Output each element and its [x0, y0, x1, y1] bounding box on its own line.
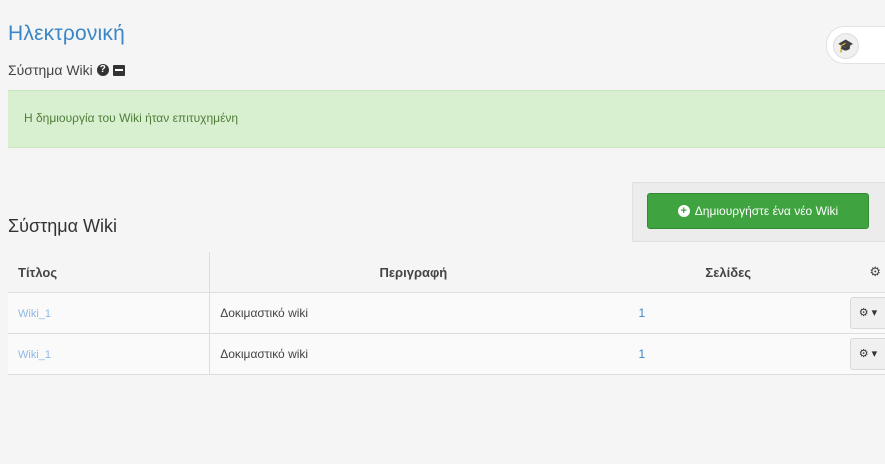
success-alert-message: Η δημιουργία του Wiki ήταν επιτυχημένη [24, 111, 239, 125]
create-wiki-label: Δημιουργήστε ένα νέο Wiki [694, 204, 839, 218]
table-row: Wiki_1 Δοκιμαστικό wiki 1 ⚙ ▾ [8, 333, 885, 375]
table-header-row: Τίτλος Περιγραφή Σελίδες ⚙ [8, 252, 885, 293]
wiki-pages-count: 1 [616, 292, 840, 334]
role-toggle[interactable]: 🎓 [826, 26, 885, 64]
action-bar: + Δημιουργήστε ένα νέο Wiki [632, 182, 885, 242]
column-header-title[interactable]: Τίτλος [8, 252, 210, 293]
plus-circle-icon: + [677, 205, 690, 217]
course-title[interactable]: Ηλεκτρονική [8, 22, 125, 46]
help-icon[interactable]: ? [96, 64, 109, 76]
row-actions-dropdown[interactable]: ⚙ ▾ [850, 297, 885, 329]
section-title: Σύστημα Wiki [8, 216, 117, 236]
column-header-actions: ⚙ [839, 252, 885, 293]
create-wiki-button[interactable]: + Δημιουργήστε ένα νέο Wiki [647, 193, 869, 229]
row-actions-dropdown[interactable]: ⚙ ▾ [850, 338, 885, 370]
column-header-description: Περιγραφή [209, 252, 617, 293]
tool-title-label: Σύστημα Wiki [8, 62, 93, 78]
wiki-description: Δοκιμαστικό wiki [209, 292, 617, 334]
book-icon[interactable] [112, 64, 125, 76]
success-alert: Η δημιουργία του Wiki ήταν επιτυχημένη [8, 90, 885, 148]
wiki-description: Δοκιμαστικό wiki [209, 333, 617, 375]
wiki-pages-count: 1 [616, 333, 840, 375]
gears-icon: ⚙ [869, 264, 881, 279]
tool-title: Σύστημα Wiki ? [8, 62, 125, 78]
wiki-table: Τίτλος Περιγραφή Σελίδες ⚙ Wiki_1 Δοκιμα… [8, 252, 885, 375]
wiki-title-link[interactable]: Wiki_1 [18, 308, 51, 320]
table-row: Wiki_1 Δοκιμαστικό wiki 1 ⚙ ▾ [8, 292, 885, 334]
wiki-title-link[interactable]: Wiki_1 [18, 349, 51, 361]
graduation-cap-icon[interactable]: 🎓 [833, 33, 859, 59]
column-header-pages: Σελίδες [616, 252, 840, 293]
